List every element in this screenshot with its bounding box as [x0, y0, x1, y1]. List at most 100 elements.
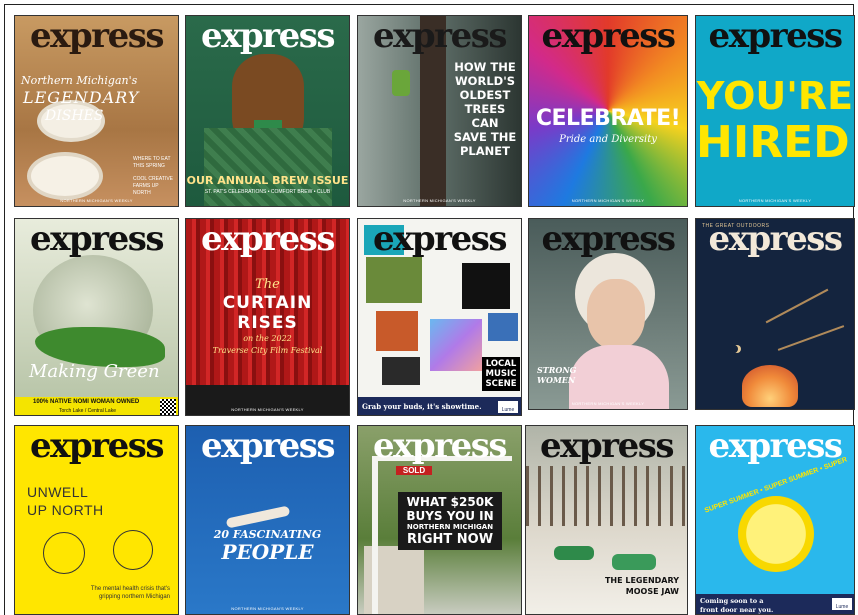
masthead: express [200, 426, 336, 466]
floating-person [225, 505, 291, 529]
scribble-icon [43, 532, 85, 574]
headline-line-2: HIRED! [696, 117, 855, 168]
cover-great-outdoors[interactable]: THE GREAT OUTDOORS express [695, 218, 855, 410]
side-line-1: WHERE TO EAT THIS SPRING [133, 156, 171, 169]
masthead: express [372, 426, 508, 466]
ad-brand: Lume [832, 598, 852, 610]
footer-line: NORTHERN MICHIGAN'S WEEKLY [571, 401, 645, 406]
headline: OUR ANNUAL BREW ISSUE [186, 174, 349, 187]
sign-post [372, 456, 378, 614]
headline: Making Green [29, 361, 160, 382]
headline-line-1: WHAT $250K [406, 495, 494, 509]
headline-line-2: BUYS YOU IN [406, 509, 494, 523]
subline: ST. PAT'S CELEBRATIONS • COMFORT BREW • … [204, 189, 331, 195]
masthead: express [541, 219, 676, 259]
headline-line-2: PEOPLE [221, 540, 314, 564]
sold-sign: SOLD [396, 466, 432, 475]
cover-oldest-trees[interactable]: express HOW THE WORLD'S OLDEST TREES CAN… [357, 15, 522, 207]
album-tile-orange [376, 311, 418, 351]
lemon-slice [738, 496, 814, 572]
headline: CELEBRATE! [535, 106, 681, 131]
portrait-face [587, 279, 645, 349]
headline-line-2: MUSIC [485, 369, 517, 379]
cover-brew-issue[interactable]: express OUR ANNUAL BREW ISSUE ST. PAT'S … [185, 15, 350, 207]
vest [204, 128, 332, 206]
cover-fascinating-people[interactable]: express 20 FASCINATING PEOPLE NORTHERN M… [185, 425, 350, 615]
ad-line-2: Torch Lake / Central Lake [59, 408, 116, 414]
masthead: express [29, 219, 165, 259]
subline: Pride and Diversity [559, 134, 657, 145]
album-tile-blue [488, 313, 518, 341]
masthead: express [539, 426, 675, 466]
masthead: express [541, 16, 676, 56]
ad-brand: Lume [498, 401, 518, 413]
headline-line-2: MOOSE JAW [625, 587, 679, 596]
footer-line: NORTHERN MICHIGAN'S WEEKLY [571, 198, 645, 203]
footer-line: NORTHERN MICHIGAN'S WEEKLY [403, 198, 476, 203]
ad-line-1: Coming soon to a [700, 597, 764, 605]
climber [392, 70, 410, 96]
cover-moose-jaw[interactable]: express THE LEGENDARY MOOSE JAW [525, 425, 688, 615]
sub-line-1: The mental health crisis that's [90, 586, 170, 592]
headline-line-2: LEGENDARY [23, 88, 140, 107]
moon-icon [730, 345, 738, 353]
album-tile-green [366, 257, 422, 303]
headline-line-2: RISES [237, 313, 298, 333]
ad-line-1: 100% NATIVE NOMI WOMAN OWNED [33, 399, 140, 405]
snowmobile-1 [554, 546, 594, 560]
headline-box: WHAT $250K BUYS YOU IN NORTHERN MICHIGAN… [398, 492, 502, 550]
cover-youre-hired[interactable]: express YOU'RE HIRED! NORTHERN MICHIGAN'… [695, 15, 855, 207]
masthead: express [708, 16, 843, 56]
headline-line-1: CURTAIN [222, 293, 313, 313]
headline-line-1: HOW THE [454, 60, 516, 74]
album-tile-dark [382, 357, 420, 385]
campfire-icon [742, 365, 798, 407]
sun-icon [113, 530, 153, 570]
headline-line-2: WOMEN [537, 375, 576, 385]
headline-line-1: YOU'RE [696, 74, 854, 118]
snowmobile-2 [612, 554, 656, 570]
headline-line-6: PLANET [460, 144, 510, 158]
headline-line-2: WORLD'S [455, 74, 515, 88]
cover-unwell-up-north[interactable]: express UNWELL UP NORTH The mental healt… [14, 425, 179, 615]
headline-line-2: UP NORTH [27, 502, 104, 518]
marshmallow-stick-1 [765, 288, 829, 324]
sub-line-1: on the 2022 [243, 334, 292, 343]
footer-line: NORTHERN MICHIGAN'S WEEKLY [231, 606, 304, 611]
masthead: express [708, 219, 843, 259]
headline-line-1: LOCAL [485, 359, 517, 369]
cover-local-music[interactable]: express LOCAL MUSIC SCENE Grab your buds… [357, 218, 522, 416]
masthead: express [29, 426, 165, 466]
headline-line-3: NORTHERN MICHIGAN [406, 523, 494, 531]
headline-line-3: DISHES [45, 108, 104, 124]
cover-legendary-dishes[interactable]: express Northern Michigan's LEGENDARY DI… [14, 15, 179, 207]
sub-line-2: Traverse City Film Festival [212, 346, 323, 355]
masthead: express [29, 16, 165, 56]
masthead: express [372, 16, 508, 56]
marshmallow-stick-2 [777, 325, 845, 351]
qr-code-icon [160, 399, 176, 415]
cover-strong-women[interactable]: express STRONG WOMEN NORTHERN MICHIGAN'S… [528, 218, 688, 410]
footer-line: NORTHERN MICHIGAN'S WEEKLY [60, 198, 133, 203]
cover-celebrate-pride[interactable]: express CELEBRATE! Pride and Diversity N… [528, 15, 688, 207]
cover-250k-buys[interactable]: SOLD express WHAT $250K BUYS YOU IN NORT… [357, 425, 522, 615]
footer-line: NORTHERN MICHIGAN'S WEEKLY [231, 407, 304, 412]
cover-curtain-rises[interactable]: express The CURTAIN RISES on the 2022 Tr… [185, 218, 350, 416]
headline-line-4: RIGHT NOW [406, 532, 494, 547]
headline-line-1: STRONG [537, 365, 577, 375]
ad-line-2: front door near you. [700, 606, 774, 614]
side-line-2: COOL CREATIVE FARMS UP NORTH [133, 176, 174, 196]
cover-super-summer[interactable]: express SUPER SUMMER • SUPER SUMMER • SU… [695, 425, 855, 615]
trees [526, 466, 687, 526]
masthead: express [200, 219, 336, 259]
album-tile-black [462, 263, 510, 309]
masthead: express [708, 426, 843, 466]
headline-box: LOCAL MUSIC SCENE [482, 357, 520, 391]
kicker: The [255, 277, 280, 292]
headline-line-1: Northern Michigan's [21, 74, 138, 87]
ad-text: Grab your buds, it's showtime. [362, 402, 482, 411]
masthead: express [372, 219, 508, 259]
headline-line-3: OLDEST [459, 88, 511, 102]
cover-making-green[interactable]: express Making Green 100% NATIVE NOMI WO… [14, 218, 179, 416]
album-tile-rainbow [430, 319, 482, 371]
